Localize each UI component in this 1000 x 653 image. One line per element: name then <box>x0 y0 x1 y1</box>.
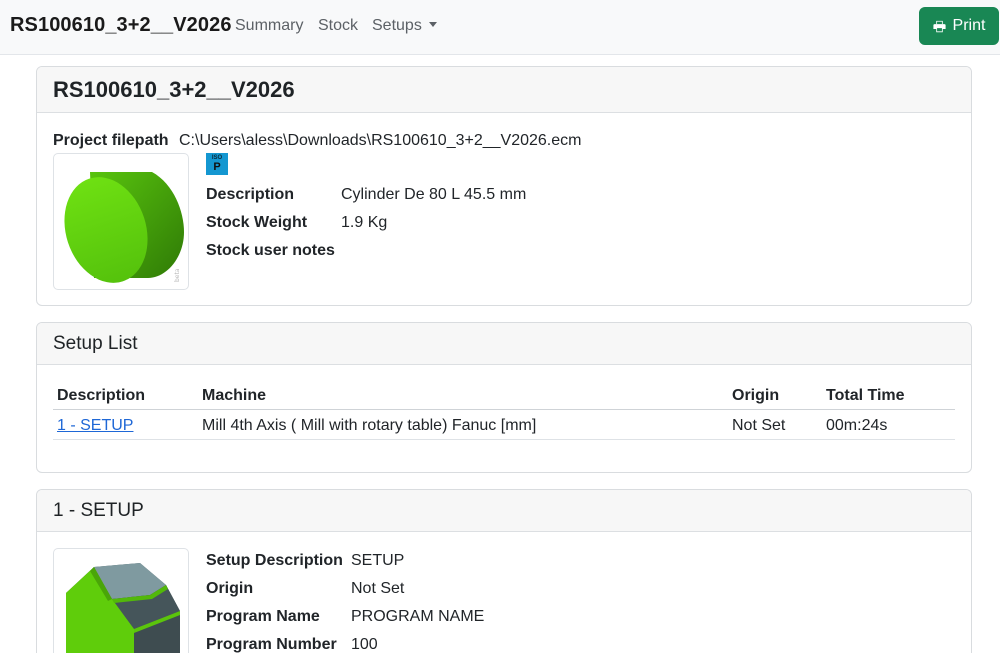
setup-row-link[interactable]: 1 - SETUP <box>57 417 133 435</box>
setup-thumbnail <box>53 548 189 653</box>
setup-origin-label: Origin <box>206 580 254 597</box>
project-card-header: RS100610_3+2__V2026 <box>37 67 971 113</box>
program-name-label: Program Name <box>206 608 320 625</box>
stock-thumbnail: beta <box>53 153 189 290</box>
filepath-label: Project filepath <box>53 132 169 149</box>
printer-icon <box>932 20 946 32</box>
setup-row-machine: Mill 4th Axis ( Mill with rotary table) … <box>202 417 537 434</box>
stock-weight-value: 1.9 Kg <box>341 214 388 231</box>
navbar-brand[interactable]: RS100610_3+2__V2026 <box>10 14 232 37</box>
table-row-rule <box>53 439 955 440</box>
project-card: RS100610_3+2__V2026 Project filepath C:\… <box>36 66 972 306</box>
top-navbar: RS100610_3+2__V2026 Summary Stock Setups… <box>0 0 1000 55</box>
setup-description-label: Setup Description <box>206 552 343 569</box>
nav-summary[interactable]: Summary <box>235 17 303 35</box>
program-number-value: 100 <box>351 636 378 653</box>
nav-setups-dropdown[interactable]: Setups <box>372 17 437 35</box>
setup-list-card: Setup List Description Machine Origin To… <box>36 322 972 473</box>
cylinder-image: beta <box>64 172 184 283</box>
program-name-value: PROGRAM NAME <box>351 608 485 625</box>
print-button-label: Print <box>952 17 986 34</box>
program-number-label: Program Number <box>206 636 337 653</box>
setup-list-title: Setup List <box>53 332 138 354</box>
table-header-rule <box>53 409 955 410</box>
setup-detail-title: 1 - SETUP <box>53 499 144 521</box>
description-label: Description <box>206 186 295 203</box>
setup-row-total-time: 00m:24s <box>826 417 888 434</box>
col-machine: Machine <box>202 387 267 404</box>
project-title: RS100610_3+2__V2026 <box>53 76 295 102</box>
nav-setups-label: Setups <box>372 17 422 34</box>
svg-text:beta: beta <box>174 268 181 282</box>
col-description: Description <box>57 387 146 404</box>
print-button[interactable]: Print <box>919 7 999 45</box>
setup-detail-header: 1 - SETUP <box>37 490 971 532</box>
setup-list-header: Setup List <box>37 323 971 365</box>
setup-description-value: SETUP <box>351 552 405 569</box>
nav-stock[interactable]: Stock <box>318 17 358 35</box>
caret-down-icon <box>428 22 437 27</box>
filepath-value: C:\Users\aless\Downloads\RS100610_3+2__V… <box>179 132 582 149</box>
iso-p-badge-icon: ISO P <box>206 153 228 175</box>
description-value: Cylinder De 80 L 45.5 mm <box>341 186 527 203</box>
setup-part-image <box>66 563 180 653</box>
setup-row-origin: Not Set <box>732 417 786 434</box>
stock-notes-label: Stock user notes <box>206 242 335 259</box>
stock-weight-label: Stock Weight <box>206 214 308 231</box>
setup-detail-card: 1 - SETUP Setup Description SETUP Origin… <box>36 489 972 653</box>
col-origin: Origin <box>732 387 780 404</box>
setup-origin-value: Not Set <box>351 580 405 597</box>
col-total-time: Total Time <box>826 387 905 404</box>
